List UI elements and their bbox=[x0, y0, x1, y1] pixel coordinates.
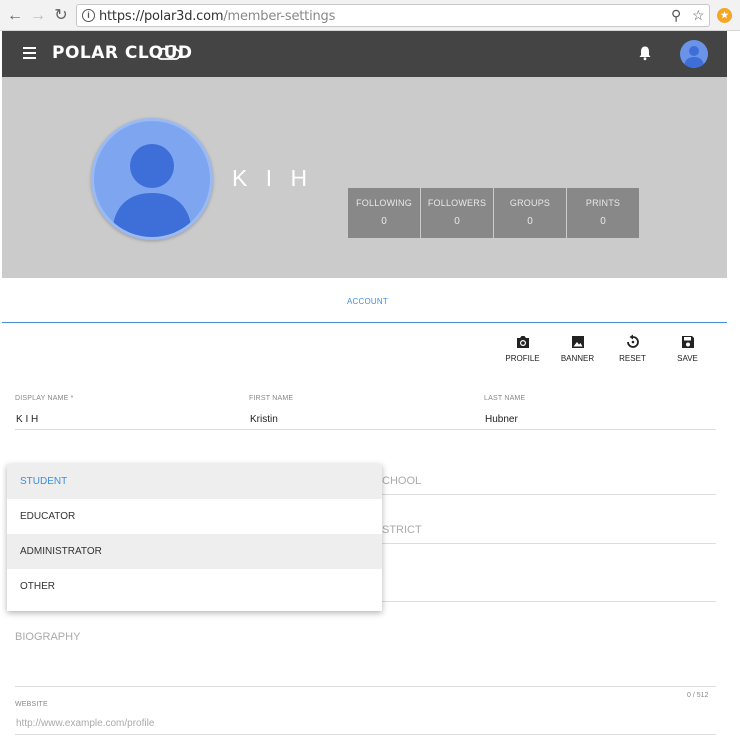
stat-label: FOLLOWING bbox=[356, 198, 412, 208]
banner-button-label: BANNER bbox=[560, 354, 595, 363]
first-name-label: FIRST NAME bbox=[249, 395, 294, 402]
profile-stats: FOLLOWING 0 FOLLOWERS 0 GROUPS 0 PRINTS … bbox=[348, 188, 640, 238]
stat-value: 0 bbox=[600, 216, 606, 227]
url-scheme: https://polar3d.com bbox=[99, 9, 224, 24]
zoom-icon[interactable]: ⚲ bbox=[671, 7, 681, 24]
display-name-label: DISPLAY NAME * bbox=[15, 395, 74, 402]
extension-icon[interactable]: ★ bbox=[717, 8, 732, 23]
first-name-field[interactable]: Kristin bbox=[250, 414, 278, 425]
reset-icon bbox=[626, 334, 639, 348]
biography-underline bbox=[15, 686, 716, 687]
school-underline bbox=[382, 494, 716, 495]
reset-button-label: RESET bbox=[619, 354, 646, 363]
browser-toolbar: ← → ↻ i https://polar3d.com/member-setti… bbox=[0, 0, 740, 31]
save-icon bbox=[681, 336, 694, 348]
profile-photo-button[interactable]: PROFILE bbox=[495, 332, 550, 363]
app: POLAR CLOUD K I H FOLLOWING 0 FOLLOWERS … bbox=[2, 31, 727, 745]
bookmark-star-icon[interactable]: ☆ bbox=[692, 7, 705, 24]
role-option-student[interactable]: STUDENT bbox=[7, 464, 382, 499]
save-button[interactable]: SAVE bbox=[660, 332, 715, 363]
user-avatar[interactable] bbox=[680, 40, 708, 68]
profile-display-name: K I H bbox=[232, 165, 314, 191]
biography-field[interactable]: BIOGRAPHY bbox=[15, 631, 80, 643]
profile-avatar[interactable] bbox=[91, 118, 213, 240]
save-button-label: SAVE bbox=[677, 354, 698, 363]
tab-account[interactable]: ACCOUNT bbox=[347, 297, 388, 306]
camera-icon bbox=[516, 336, 529, 348]
stat-followers[interactable]: FOLLOWERS 0 bbox=[421, 188, 493, 238]
role-option-educator[interactable]: EDUCATOR bbox=[7, 499, 382, 534]
stat-value: 0 bbox=[527, 216, 533, 227]
biography-counter: 0 / 512 bbox=[687, 692, 709, 699]
menu-icon[interactable] bbox=[23, 47, 36, 59]
url-path: /member-settings bbox=[223, 9, 336, 24]
bell-icon[interactable] bbox=[638, 45, 652, 61]
school-field[interactable]: CHOOL bbox=[382, 475, 421, 487]
last-name-label: LAST NAME bbox=[484, 395, 526, 402]
website-underline bbox=[15, 734, 716, 735]
role-option-other[interactable]: OTHER bbox=[7, 569, 382, 604]
district-field[interactable]: STRICT bbox=[382, 524, 422, 536]
stat-value: 0 bbox=[381, 216, 387, 227]
stat-label: FOLLOWERS bbox=[427, 198, 487, 208]
reset-button[interactable]: RESET bbox=[605, 332, 660, 363]
name-underline bbox=[15, 429, 716, 430]
profile-banner: K I H FOLLOWING 0 FOLLOWERS 0 GROUPS 0 P… bbox=[2, 77, 727, 278]
website-field[interactable]: http://www.example.com/profile bbox=[16, 718, 154, 729]
last-name-field[interactable]: Hubner bbox=[485, 414, 518, 425]
address-bar[interactable]: i https://polar3d.com/member-settings ⚲ … bbox=[76, 4, 710, 27]
forward-icon[interactable]: → bbox=[29, 7, 47, 25]
url-text: https://polar3d.com/member-settings bbox=[99, 9, 335, 24]
role-dropdown-menu: STUDENT EDUCATOR ADMINISTRATOR OTHER bbox=[7, 464, 382, 611]
banner-button[interactable]: BANNER bbox=[550, 332, 605, 363]
info-icon[interactable]: i bbox=[82, 9, 95, 22]
stat-value: 0 bbox=[454, 216, 460, 227]
image-icon bbox=[571, 336, 584, 348]
stat-label: GROUPS bbox=[509, 198, 551, 208]
stat-following[interactable]: FOLLOWING 0 bbox=[348, 188, 420, 238]
stat-label: PRINTS bbox=[585, 198, 621, 208]
stat-groups[interactable]: GROUPS 0 bbox=[494, 188, 566, 238]
tab-bar: ACCOUNT bbox=[2, 278, 727, 323]
stat-prints[interactable]: PRINTS 0 bbox=[567, 188, 639, 238]
app-header: POLAR CLOUD bbox=[2, 31, 727, 77]
reload-icon[interactable]: ↻ bbox=[52, 7, 70, 25]
action-toolbar: PROFILE BANNER RESET SAVE bbox=[495, 332, 715, 363]
website-label: WEBSITE bbox=[15, 701, 48, 708]
profile-button-label: PROFILE bbox=[505, 354, 540, 363]
display-name-field[interactable]: K I H bbox=[16, 414, 38, 425]
back-icon[interactable]: ← bbox=[6, 7, 24, 25]
district-underline bbox=[382, 543, 716, 544]
role-option-administrator[interactable]: ADMINISTRATOR bbox=[7, 534, 382, 569]
cloud-icon bbox=[157, 44, 181, 60]
